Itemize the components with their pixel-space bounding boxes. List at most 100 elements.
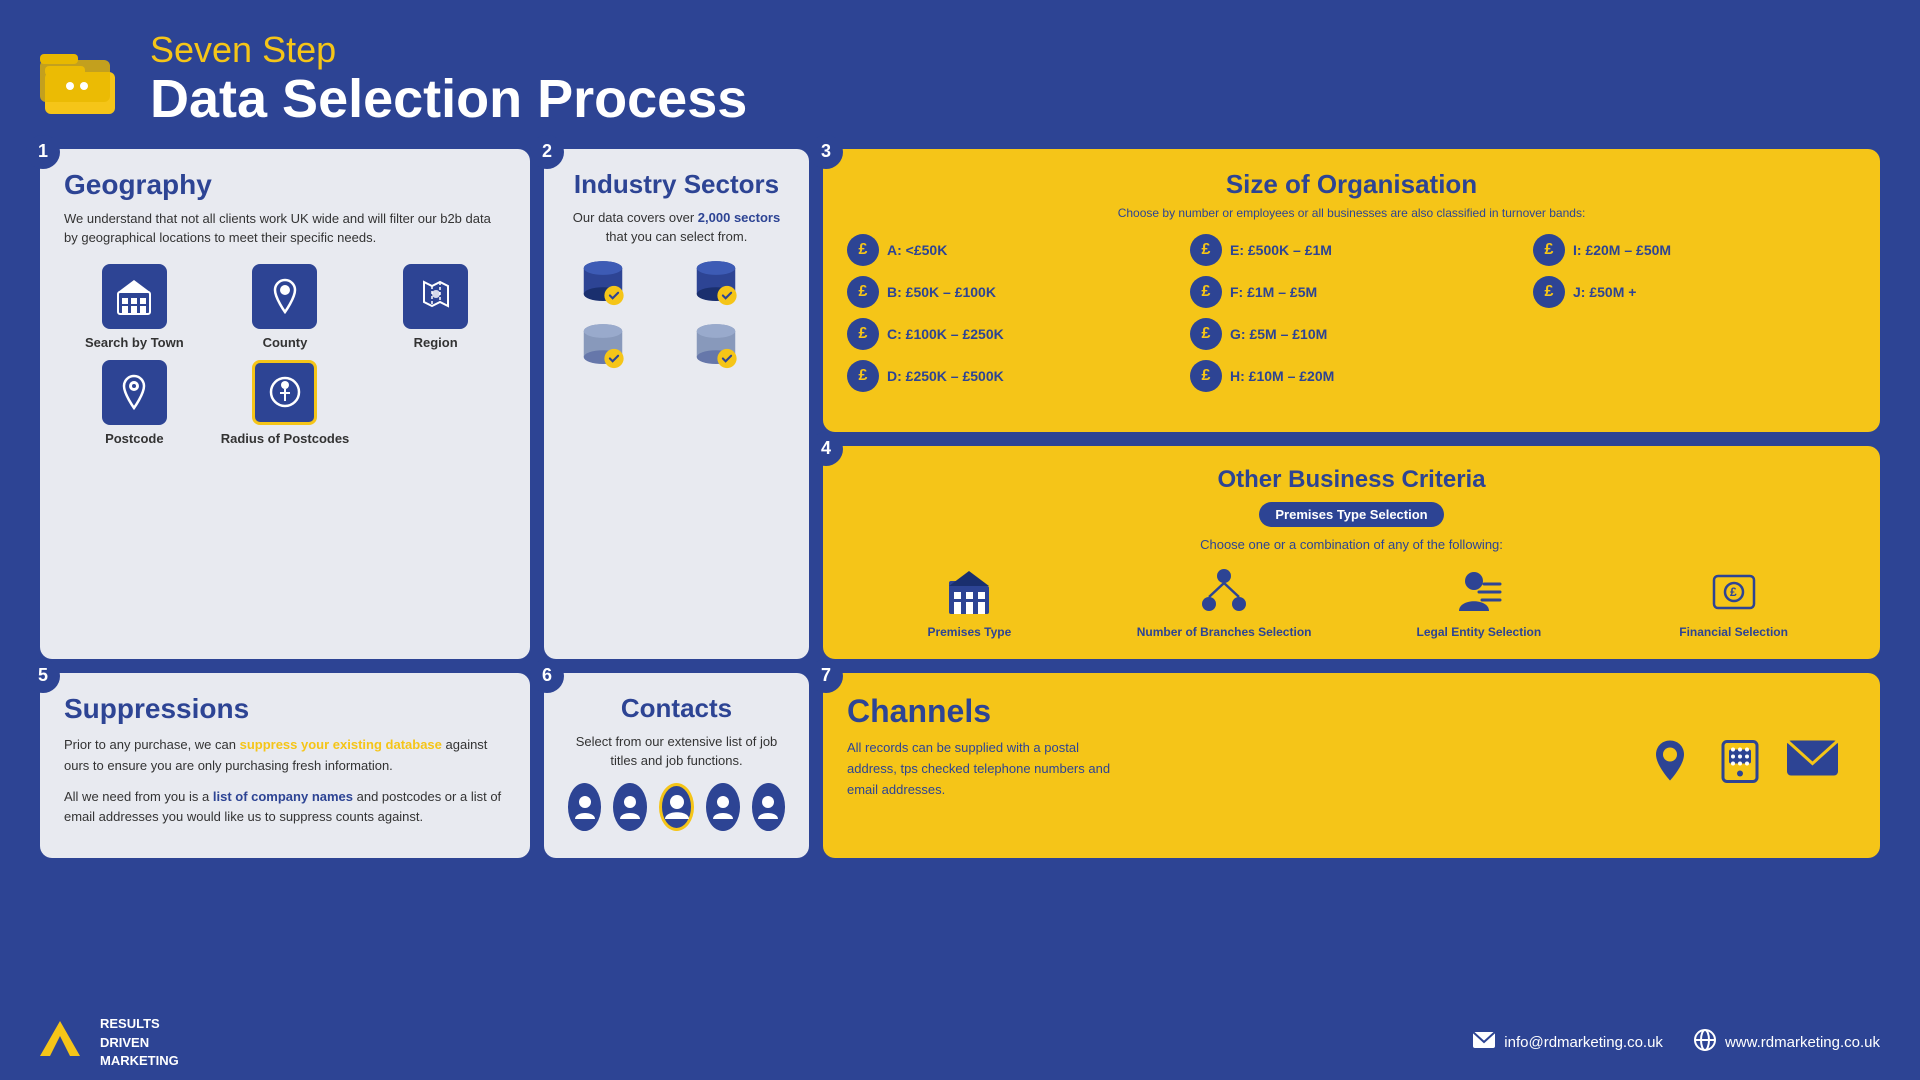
geo-icons-grid: Search by Town County	[64, 264, 506, 446]
footer-contact: info@rdmarketing.co.uk www.rdmarketing.c…	[1472, 1028, 1880, 1058]
header-icon	[40, 42, 130, 117]
financial-label: Financial Selection	[1679, 625, 1788, 639]
list-highlight: list of company names	[213, 789, 353, 804]
header-text: Seven Step Data Selection Process	[150, 30, 747, 129]
pound-j: £	[1533, 276, 1565, 308]
band-f-label: F: £1M – £5M	[1230, 284, 1317, 300]
pound-h: £	[1190, 360, 1222, 392]
band-a: £A: <£50K	[847, 234, 1170, 266]
band-empty2	[1533, 360, 1856, 392]
premises-type-label: Premises Type	[927, 625, 1011, 639]
band-j: £J: £50M +	[1533, 276, 1856, 308]
step2-industry: 2 Industry Sectors Our data covers over …	[544, 149, 809, 659]
contact-person-4	[706, 783, 739, 831]
band-empty1	[1533, 318, 1856, 350]
pound-g: £	[1190, 318, 1222, 350]
page-wrapper: Seven Step Data Selection Process 1 Geog…	[0, 0, 1920, 1080]
step4-description: Choose one or a combination of any of th…	[847, 537, 1856, 552]
step1-title: Geography	[64, 169, 506, 201]
db-icon-3	[568, 320, 638, 375]
legal-label: Legal Entity Selection	[1417, 625, 1542, 639]
step6-title: Contacts	[568, 693, 785, 724]
footer-email-text: info@rdmarketing.co.uk	[1504, 1034, 1663, 1051]
radius-label: Radius of Postcodes	[221, 431, 350, 446]
globe-icon	[1693, 1028, 1717, 1058]
geo-icon-postcode: Postcode	[64, 360, 205, 446]
step3-description: Choose by number or employees or all bus…	[847, 206, 1856, 220]
step1-description: We understand that not all clients work …	[64, 209, 506, 248]
logo-chevron-icon	[40, 1021, 80, 1064]
band-c: £C: £100K – £250K	[847, 318, 1170, 350]
step5-suppressions: 5 Suppressions Prior to any purchase, we…	[40, 673, 530, 858]
pound-d: £	[847, 360, 879, 392]
header-subtitle: Seven Step	[150, 30, 747, 70]
county-label: County	[263, 335, 308, 350]
step2-badge: 2	[530, 135, 564, 169]
legal-icon	[1451, 564, 1506, 619]
right-column: 3 Size of Organisation Choose by number …	[823, 149, 1880, 659]
band-d: £ D: £250K – £500K	[847, 360, 1170, 392]
email-footer-icon	[1472, 1030, 1496, 1056]
geo-icon-town: Search by Town	[64, 264, 205, 350]
step7-title: Channels	[847, 693, 1856, 730]
step6-contacts: 6 Contacts Select from our extensive lis…	[544, 673, 809, 858]
band-f: £ F: £1M – £5M	[1190, 276, 1513, 308]
band-g: £ G: £5M – £10M	[1190, 318, 1513, 350]
region-label: Region	[414, 335, 458, 350]
contact-person-3	[659, 783, 694, 831]
step4-badge: 4	[809, 432, 843, 466]
size-bands-grid: £A: <£50K £E: £500K – £1M £I: £20M – £50…	[847, 234, 1856, 392]
step2-highlight: 2,000 sectors	[698, 210, 780, 225]
band-g-label: G: £5M – £10M	[1230, 326, 1327, 342]
step5-title: Suppressions	[64, 693, 506, 725]
pound-f: £	[1190, 276, 1222, 308]
pound-c: £	[847, 318, 879, 350]
step3-title: Size of Organisation	[847, 169, 1856, 200]
channel-icons-row	[1645, 735, 1840, 796]
step1-badge: 1	[26, 135, 60, 169]
region-icon	[403, 264, 468, 329]
band-h: £H: £10M – £20M	[1190, 360, 1513, 392]
band-e: £E: £500K – £1M	[1190, 234, 1513, 266]
step6-badge: 6	[530, 659, 564, 693]
step6-description: Select from our extensive list of job ti…	[568, 732, 785, 771]
footer-website-text: www.rdmarketing.co.uk	[1725, 1034, 1880, 1051]
location-icon	[1645, 735, 1695, 796]
bottom-row: 5 Suppressions Prior to any purchase, we…	[40, 673, 1880, 858]
footer-logo: RESULTS DRIVEN MARKETING	[40, 1015, 179, 1070]
contact-person-5	[752, 783, 785, 831]
pound-e: £	[1190, 234, 1222, 266]
financial-icon: £	[1706, 564, 1761, 619]
step3-badge: 3	[809, 135, 843, 169]
premises-badge: Premises Type Selection	[1259, 502, 1443, 527]
email-icon	[1785, 735, 1840, 796]
step3-size: 3 Size of Organisation Choose by number …	[823, 149, 1880, 432]
suppress-highlight: suppress your existing database	[240, 737, 442, 752]
step7-badge: 7	[809, 659, 843, 693]
step7-channels: 7 Channels All records can be supplied w…	[823, 673, 1880, 858]
top-row: 1 Geography We understand that not all c…	[40, 149, 1880, 659]
contacts-icons-row	[568, 783, 785, 831]
step2-description: Our data covers over 2,000 sectors that …	[568, 208, 785, 247]
other-legal: Legal Entity Selection	[1357, 564, 1602, 639]
header-title: Data Selection Process	[150, 70, 747, 129]
step7-description: All records can be supplied with a posta…	[847, 738, 1127, 800]
footer-website: www.rdmarketing.co.uk	[1693, 1028, 1880, 1058]
postcode-icon	[102, 360, 167, 425]
branches-icon	[1197, 564, 1252, 619]
header: Seven Step Data Selection Process	[0, 0, 1920, 149]
step5-para2: All we need from you is a list of compan…	[64, 787, 506, 829]
band-a-label: A: <£50K	[887, 242, 947, 258]
db-icon-4	[681, 320, 751, 375]
step2-title: Industry Sectors	[568, 169, 785, 200]
logo-line2: DRIVEN	[100, 1034, 179, 1052]
town-icon	[102, 264, 167, 329]
postcode-label: Postcode	[105, 431, 164, 446]
band-d-label: D: £250K – £500K	[887, 368, 1004, 384]
geo-icon-county: County	[215, 264, 356, 350]
other-premises: Premises Type	[847, 564, 1092, 639]
other-branches: Number of Branches Selection	[1102, 564, 1347, 639]
db-icon-2	[681, 257, 751, 312]
cards-section: 1 Geography We understand that not all c…	[0, 149, 1920, 997]
radius-icon	[252, 360, 317, 425]
